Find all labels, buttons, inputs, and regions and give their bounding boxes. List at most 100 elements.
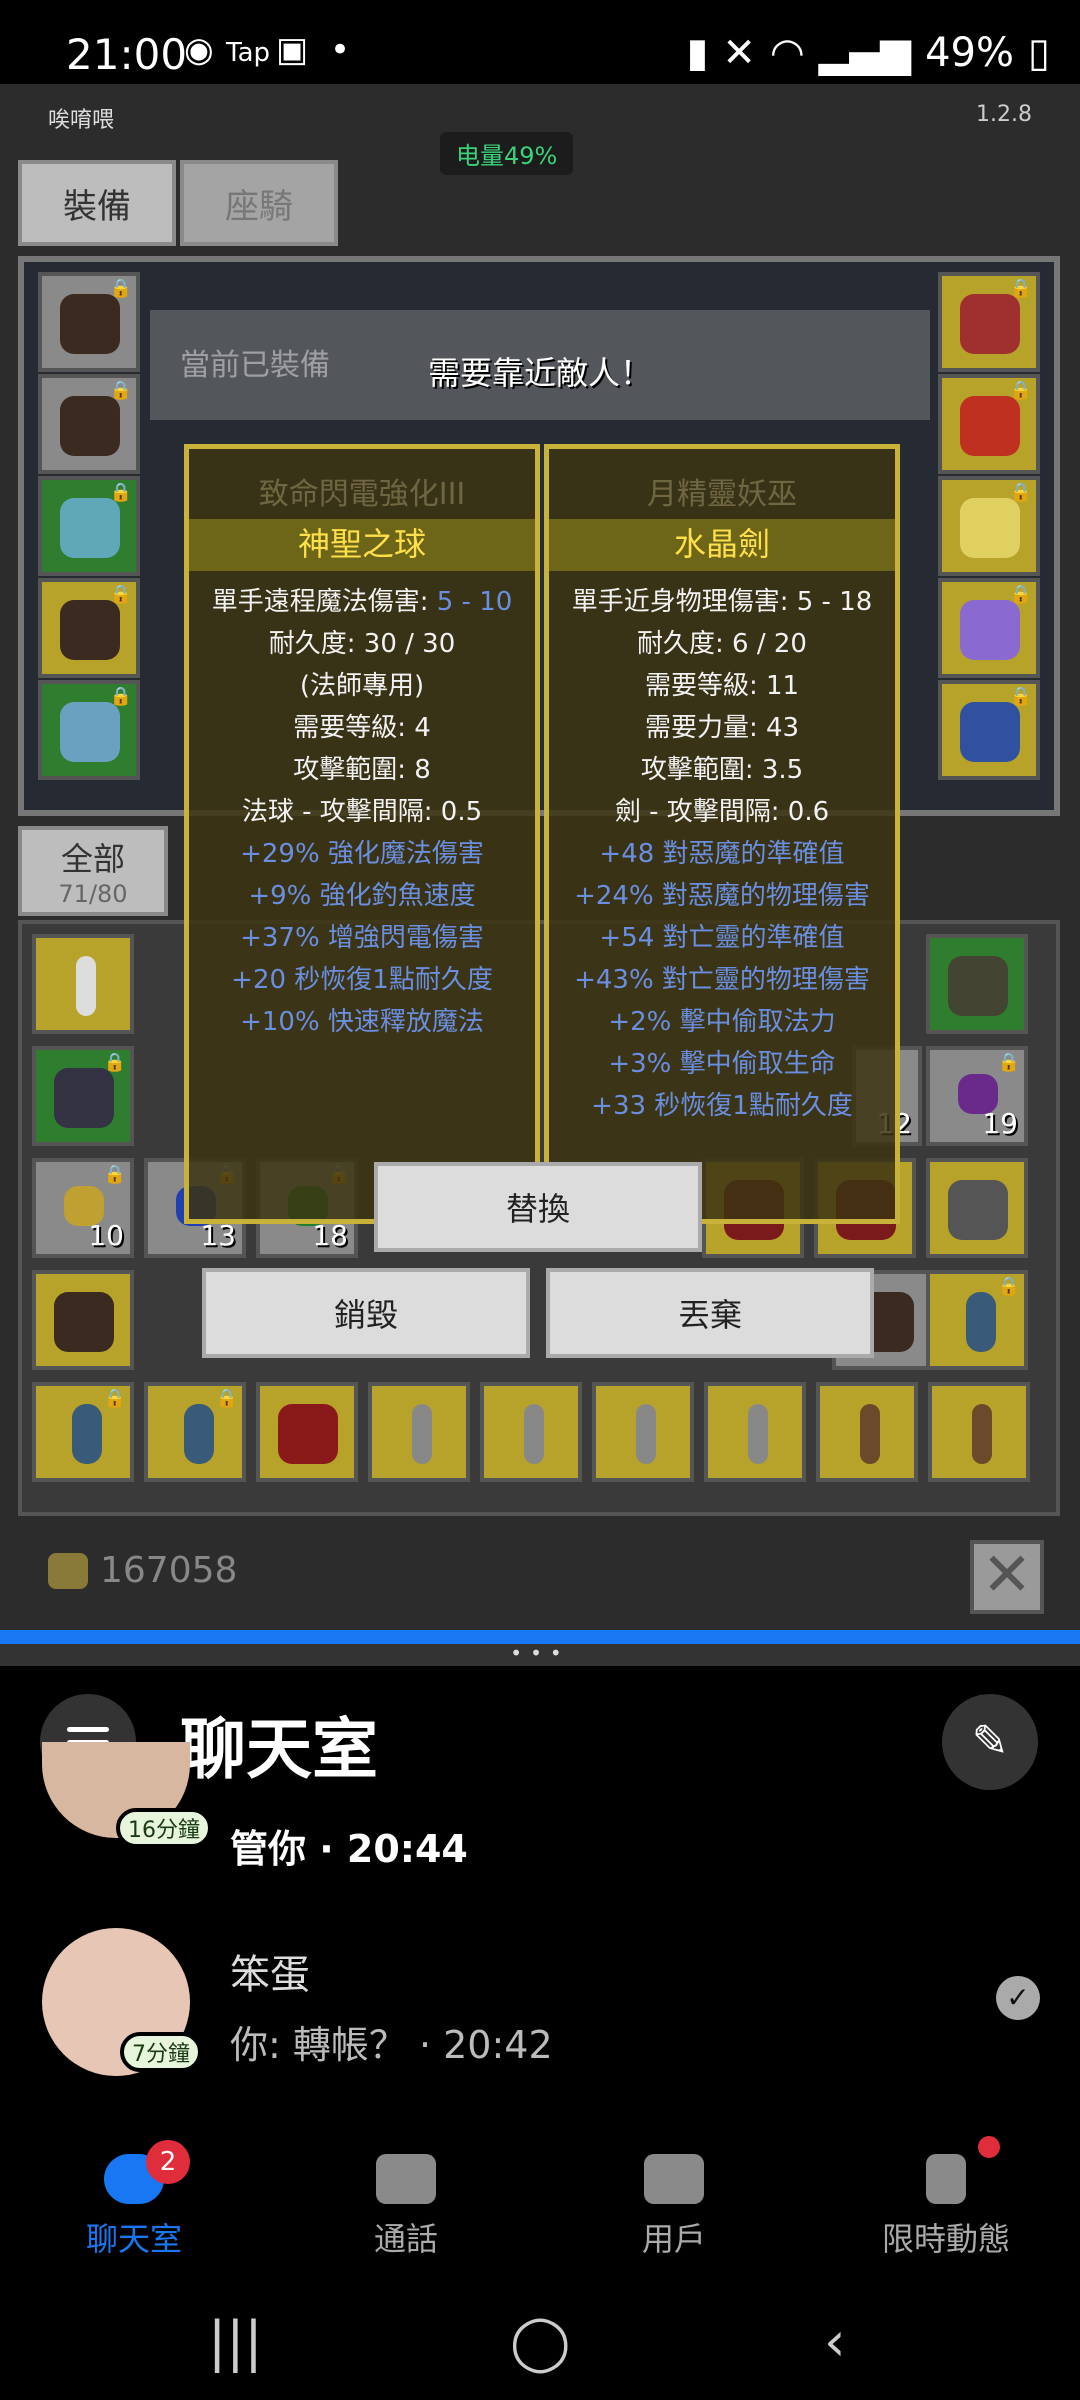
discard-button[interactable]: 丟棄	[546, 1268, 874, 1358]
inventory-slot[interactable]	[926, 934, 1028, 1034]
inventory-slot[interactable]	[816, 1382, 918, 1482]
inventory-slot[interactable]	[32, 1270, 134, 1370]
item-compare-left: 致命閃電強化III 神聖之球 單手遠程魔法傷害: 5 - 10 耐久度: 30 …	[184, 444, 540, 1224]
split-handle[interactable]: •••	[0, 1643, 1080, 1666]
lock-icon: 🔒	[997, 1052, 1020, 1073]
slot-charm[interactable]: 🔒	[938, 578, 1040, 678]
nav-people[interactable]: 用戶	[564, 2154, 784, 2260]
chat-name: 笨蛋	[230, 1952, 310, 1998]
tap-icon: Tap	[226, 38, 271, 68]
inventory-slot[interactable]: 🔒 10	[32, 1158, 134, 1258]
item-count: 19	[982, 1107, 1018, 1140]
signal-icon: ▂▄▆	[818, 30, 912, 76]
stat-line: 攻擊範圍: 8	[293, 755, 431, 785]
messenger-icon: ◉	[184, 30, 214, 70]
warning-message: 需要靠近敵人！	[427, 354, 652, 392]
destroy-button[interactable]: 銷毀	[202, 1268, 530, 1358]
inventory-slot[interactable]: 🔒	[32, 1046, 134, 1146]
ghost-title: 月精靈妖巫	[647, 477, 797, 512]
page-title: 聊天室	[180, 1711, 378, 1788]
nav-label: 聊天室	[85, 2220, 182, 2258]
stat-line: (法師專用)	[299, 671, 425, 701]
tab-all[interactable]: 全部 71/80	[18, 826, 168, 916]
slot-pet[interactable]: 🔒	[938, 680, 1040, 780]
chat-name: 管你 · 20:44	[230, 1827, 468, 1871]
lock-icon: 🔒	[103, 1388, 126, 1409]
bonus-line: +43% 對亡靈的物理傷害	[574, 965, 870, 995]
bonus-line: +10% 快速釋放魔法	[240, 1007, 484, 1037]
stat-line: 耐久度: 6 / 20	[637, 629, 807, 659]
nav-stories[interactable]: 限時動態	[836, 2154, 1056, 2260]
bonus-line: +9% 強化釣魚速度	[248, 881, 476, 911]
inventory-slot[interactable]	[368, 1382, 470, 1482]
stat-line: 單手近身物理傷害: 5 - 18	[571, 587, 873, 617]
stat-line: 耐久度: 30 / 30	[268, 629, 456, 659]
coin-icon	[48, 1552, 88, 1589]
recents-button[interactable]: |||	[208, 2310, 263, 2373]
slot-belt[interactable]: 🔒	[38, 680, 140, 780]
nav-label: 通話	[373, 2220, 438, 2258]
active-badge: 7分鐘	[120, 2032, 202, 2072]
compose-button[interactable]: ✎	[942, 1694, 1038, 1790]
bonus-line: +20 秒恢復1點耐久度	[231, 965, 493, 995]
close-button[interactable]: ✕	[970, 1540, 1044, 1614]
replace-button[interactable]: 替換	[374, 1162, 702, 1252]
inventory-slot[interactable]	[480, 1382, 582, 1482]
slot-boots[interactable]: 🔒	[38, 578, 140, 678]
battery-percent: 49%	[925, 30, 1014, 76]
back-button[interactable]: ‹	[824, 2310, 846, 2373]
gold-amount: 167058	[100, 1550, 238, 1591]
bonus-line: +3% 擊中偷取生命	[608, 1049, 836, 1079]
home-button[interactable]: ◯	[510, 2310, 570, 2373]
ghost-title: 致命閃電強化III	[258, 477, 466, 512]
stat-line: 單手遠程魔法傷害: 5 - 10	[211, 587, 513, 617]
inventory-slot[interactable]	[926, 1158, 1028, 1258]
tab-equipment[interactable]: 裝備	[18, 160, 176, 246]
inventory-slot[interactable]: 🔒 19	[926, 1046, 1028, 1146]
people-icon	[644, 2154, 704, 2204]
system-nav: ||| ◯ ‹	[0, 2280, 1080, 2400]
status-icons: ▮ ✕ ◠ ▂▄▆ 49% ▯	[686, 30, 1050, 76]
inventory-slot[interactable]: 🔒	[32, 1382, 134, 1482]
app-version: 1.2.8	[976, 102, 1032, 127]
inventory-slot[interactable]	[256, 1382, 358, 1482]
inventory-slot[interactable]	[704, 1382, 806, 1482]
app-name: 唉唷喂	[48, 108, 115, 133]
inventory-slot[interactable]	[32, 934, 134, 1034]
unread-badge: 2	[146, 2140, 190, 2184]
inventory-slot[interactable]	[592, 1382, 694, 1482]
inventory-slot[interactable]: 🔒	[144, 1382, 246, 1482]
stat-line: 法球 - 攻擊間隔: 0.5	[241, 797, 483, 827]
bonus-line: +29% 強化魔法傷害	[240, 839, 484, 869]
bonus-line: +2% 擊中偷取法力	[608, 1007, 836, 1037]
item-count: 10	[88, 1219, 124, 1252]
wifi-icon: ◠	[769, 30, 805, 76]
battery-indicator: 电量49%	[440, 132, 574, 175]
clock: 21:00	[66, 30, 188, 79]
nav-calls[interactable]: 通話	[296, 2154, 516, 2260]
stat-line: 需要等級: 11	[644, 671, 800, 701]
bonus-line: +37% 增強閃電傷害	[240, 923, 484, 953]
bottom-nav: 聊天室 2 通話 用戶 限時動態	[0, 2136, 1080, 2280]
inventory-slot[interactable]	[928, 1382, 1030, 1482]
bonus-line: +33 秒恢復1點耐久度	[591, 1091, 853, 1121]
slot-gloves[interactable]: 🔒	[38, 476, 140, 576]
stat-line: 需要力量: 43	[644, 713, 800, 743]
video-icon	[376, 2154, 436, 2204]
gold-display: 167058	[48, 1550, 237, 1591]
lock-icon: 🔒	[997, 1276, 1020, 1297]
stories-icon	[926, 2154, 966, 2204]
lock-icon: 🔒	[215, 1388, 238, 1409]
tab-all-label: 全部	[60, 840, 125, 878]
nav-chats[interactable]: 聊天室	[24, 2154, 244, 2260]
inventory-slot[interactable]: 🔒	[926, 1270, 1028, 1370]
read-check-icon: ✓	[996, 1976, 1040, 2020]
tab-mount[interactable]: 座騎	[180, 160, 338, 246]
slot-ring-2[interactable]: 🔒	[938, 476, 1040, 576]
nav-label: 用戶	[641, 2220, 706, 2258]
mute-icon: ✕	[722, 30, 756, 76]
status-bar: 21:00 ◉ Tap ▣ • ▮ ✕ ◠ ▂▄▆ 49% ▯	[0, 0, 1080, 84]
nav-label: 限時動態	[881, 2220, 1010, 2258]
lock-icon: 🔒	[103, 1164, 126, 1185]
inventory-count: 71/80	[58, 880, 128, 908]
